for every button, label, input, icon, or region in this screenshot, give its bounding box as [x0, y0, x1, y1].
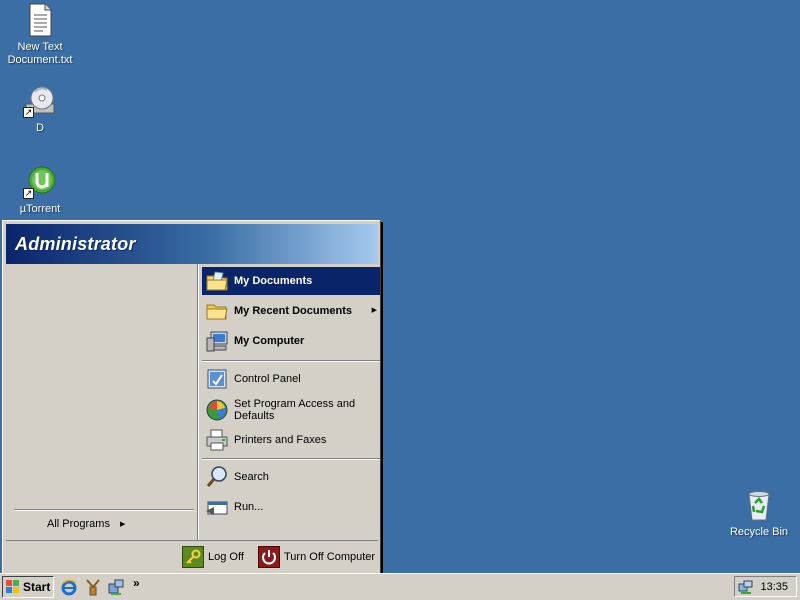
turn-off-computer-button[interactable]: Turn Off Computer	[258, 546, 375, 568]
menu-item-set-program-access[interactable]: Set Program Access and Defaults	[202, 394, 380, 426]
program-access-icon	[205, 398, 229, 422]
menu-item-label: Run...	[234, 501, 264, 513]
turn-off-label: Turn Off Computer	[284, 551, 376, 563]
start-menu-footer: Log Off Turn Off Computer	[6, 540, 378, 572]
menu-item-my-computer[interactable]: My Computer	[202, 327, 380, 355]
arrow-right-icon: ▶	[119, 521, 126, 528]
run-icon	[205, 495, 229, 519]
start-menu-left-pane: All Programs ▶	[6, 264, 197, 540]
network-tray-icon[interactable]	[738, 579, 754, 595]
menu-item-label: Set Program Access and Defaults	[234, 398, 356, 422]
system-tray: 13:35	[734, 576, 797, 597]
key-icon	[182, 546, 204, 568]
arrow-right-icon: ▶	[371, 307, 377, 314]
menu-item-label: My Computer	[234, 335, 305, 347]
menu-item-label: My Documents	[234, 275, 313, 287]
media-quicklaunch-icon[interactable]	[84, 578, 102, 596]
taskbar: Start » 13:35	[0, 573, 800, 600]
ie-quicklaunch-icon[interactable]	[60, 578, 78, 596]
log-off-button[interactable]: Log Off	[182, 546, 244, 568]
all-programs-label: All Programs	[47, 518, 110, 530]
menu-item-my-documents[interactable]: My Documents	[202, 267, 380, 295]
menu-item-run[interactable]: Run...	[202, 493, 380, 521]
power-icon	[258, 546, 280, 568]
desktop-icon-utorrent[interactable]: ↗ µTorrent	[1, 165, 79, 216]
folder-icon	[205, 299, 229, 323]
desktop-icon-label: Recycle Bin	[729, 526, 789, 538]
menu-item-label: My Recent Documents	[234, 305, 352, 317]
start-menu-header: Administrator	[6, 224, 378, 264]
desktop-icon-label: New Text Document.txt	[7, 41, 73, 66]
menu-item-my-recent-documents[interactable]: My Recent Documents ▶	[202, 297, 380, 325]
printer-icon	[205, 428, 229, 452]
menu-item-label: Control Panel	[234, 373, 301, 385]
log-off-label: Log Off	[208, 551, 244, 563]
my-computer-icon	[205, 329, 229, 353]
utorrent-icon: ↗	[23, 165, 57, 199]
menu-item-label: Printers and Faxes	[234, 434, 327, 446]
start-menu: Administrator All Programs ▶ My Documents	[2, 220, 381, 575]
separator	[14, 509, 194, 511]
menu-item-printers-and-faxes[interactable]: Printers and Faxes	[202, 426, 380, 454]
separator	[202, 360, 380, 362]
start-menu-right-pane: My Documents My Recent Documents ▶ My Co…	[199, 264, 380, 540]
all-programs-button[interactable]: All Programs ▶	[47, 518, 125, 530]
menu-item-label: Search	[234, 471, 269, 483]
desktop-icon-label: µTorrent	[19, 203, 61, 215]
user-name: Administrator	[15, 234, 136, 254]
quicklaunch-overflow-button[interactable]: »	[133, 576, 151, 594]
cd-drive-icon: ↗	[23, 84, 57, 118]
my-documents-icon	[205, 269, 229, 293]
search-icon	[205, 465, 229, 489]
shortcut-arrow-icon: ↗	[23, 188, 34, 199]
start-label: Start	[23, 580, 51, 594]
menu-item-search[interactable]: Search	[202, 463, 380, 491]
desktop-icon-recycle-bin[interactable]: Recycle Bin	[720, 488, 798, 539]
start-button[interactable]: Start	[2, 576, 54, 598]
shortcut-arrow-icon: ↗	[23, 107, 34, 118]
network-quicklaunch-icon[interactable]	[107, 578, 125, 596]
desktop-icon-label: D	[36, 122, 44, 134]
control-panel-icon	[205, 367, 229, 391]
recycle-bin-icon	[742, 488, 776, 522]
clock[interactable]: 13:35	[760, 581, 788, 593]
menu-item-control-panel[interactable]: Control Panel	[202, 365, 380, 393]
windows-logo-icon	[6, 580, 20, 594]
text-file-icon	[23, 3, 57, 37]
desktop-icon-d-drive[interactable]: ↗ D	[1, 84, 79, 135]
desktop-icon-new-text-document[interactable]: New Text Document.txt	[1, 3, 79, 67]
separator	[202, 458, 380, 460]
